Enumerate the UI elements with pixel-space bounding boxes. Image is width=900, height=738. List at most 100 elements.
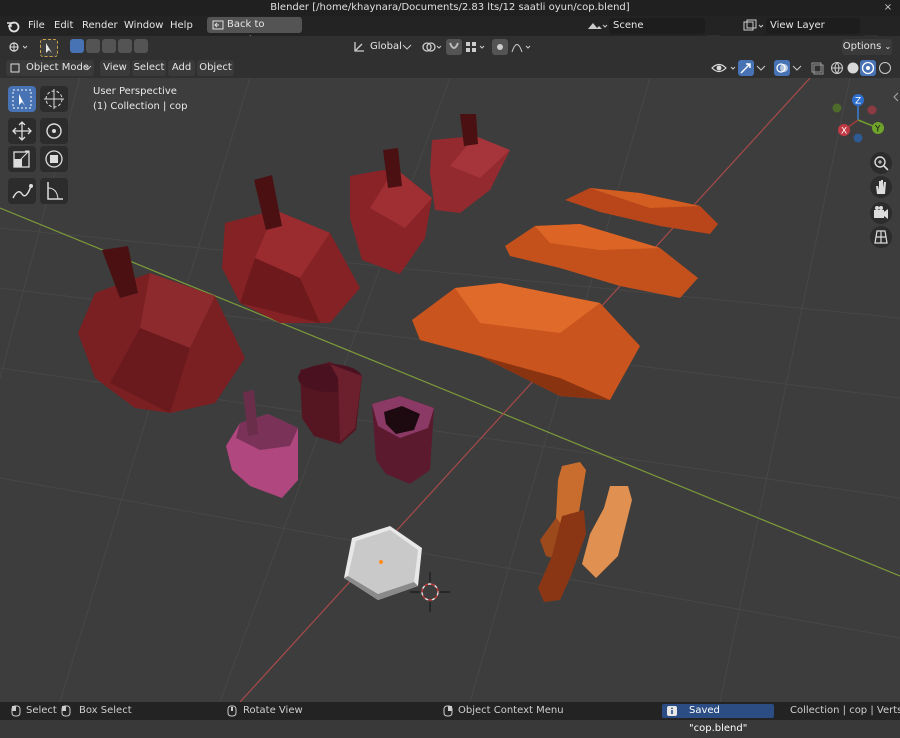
chevron-down-icon bbox=[84, 65, 92, 70]
chevron-down-icon bbox=[402, 44, 412, 50]
menu-edit[interactable]: Edit bbox=[54, 18, 73, 34]
chevron-left-icon[interactable] bbox=[892, 92, 900, 102]
gizmo-z-label: Z bbox=[855, 97, 861, 107]
cup-dark[interactable] bbox=[298, 362, 362, 444]
transform-orientation-value[interactable]: Global bbox=[370, 41, 402, 52]
tool-rotate[interactable] bbox=[40, 118, 68, 144]
snap-toggle-icon[interactable] bbox=[446, 39, 462, 55]
visibility-icon[interactable] bbox=[710, 60, 740, 76]
scale-icon bbox=[13, 150, 30, 168]
select-tool-icon[interactable] bbox=[40, 39, 58, 57]
view-layer-icon[interactable] bbox=[742, 19, 764, 33]
back-to-previous-button[interactable]: Back to Previous bbox=[207, 17, 302, 46]
select-mode-intersect-icon[interactable] bbox=[134, 39, 148, 53]
cup-open[interactable] bbox=[372, 396, 434, 484]
collection-label: (1) Collection | cop bbox=[93, 101, 188, 112]
proportional-edit-icon[interactable] bbox=[492, 39, 508, 55]
mode-selector[interactable]: Object Mode bbox=[6, 60, 94, 76]
overlays-toggle-icon[interactable] bbox=[774, 60, 790, 76]
apple-small-1[interactable] bbox=[350, 148, 432, 274]
window-close-icon[interactable]: × bbox=[882, 2, 894, 14]
pivot-point-icon[interactable] bbox=[420, 39, 444, 55]
scene-icon[interactable] bbox=[586, 19, 608, 33]
select-mode-subtract-icon[interactable] bbox=[102, 39, 116, 53]
perspective-label: User Perspective bbox=[93, 86, 177, 97]
zoom-button[interactable] bbox=[870, 152, 892, 174]
navigation-gizmo[interactable]: Z Y X bbox=[832, 92, 890, 148]
window-titlebar: Blender [/home/khaynara/Documents/2.83 l… bbox=[0, 0, 900, 16]
camera-icon bbox=[874, 206, 888, 219]
options-button[interactable]: Options ⌄ bbox=[842, 39, 892, 55]
menu-object[interactable]: Object bbox=[197, 60, 234, 76]
wireframe-shading-icon[interactable] bbox=[830, 61, 844, 75]
chevron-down-icon[interactable] bbox=[792, 65, 802, 73]
hand-icon bbox=[876, 180, 886, 194]
transform-icon bbox=[45, 150, 63, 168]
menu-select[interactable]: Select bbox=[132, 60, 166, 76]
rotate-icon bbox=[46, 123, 62, 139]
saved-message: Saved "cop.blend" bbox=[689, 705, 748, 734]
tool-transform[interactable] bbox=[40, 146, 68, 172]
blender-logo-icon[interactable] bbox=[6, 19, 20, 33]
scene-field[interactable]: Scene bbox=[609, 18, 705, 34]
tool-measure[interactable] bbox=[40, 178, 68, 204]
3d-cursor-tool-icon bbox=[44, 89, 64, 109]
select-mode-invert-icon[interactable] bbox=[118, 39, 132, 53]
snap-target-icon[interactable] bbox=[464, 39, 488, 55]
status-select: Select bbox=[26, 705, 57, 716]
stick-2[interactable] bbox=[538, 510, 586, 602]
annotate-icon bbox=[12, 184, 33, 199]
material-preview-icon[interactable] bbox=[860, 60, 876, 76]
options-label: Options bbox=[842, 41, 882, 52]
stick-3[interactable] bbox=[582, 486, 632, 578]
proportional-falloff-icon[interactable] bbox=[510, 39, 534, 55]
select-mode-extend-icon[interactable] bbox=[86, 39, 100, 53]
perspective-toggle-button[interactable] bbox=[870, 226, 892, 248]
pan-button[interactable] bbox=[870, 176, 892, 198]
status-rotate-view: Rotate View bbox=[243, 705, 303, 716]
tool-scale[interactable] bbox=[8, 146, 36, 172]
view-layer-field[interactable]: View Layer bbox=[766, 18, 860, 34]
back-icon bbox=[212, 20, 224, 30]
viewport-header: Object Mode View Select Add Object bbox=[0, 58, 900, 78]
menu-help[interactable]: Help bbox=[170, 18, 193, 34]
peel-mid[interactable] bbox=[505, 224, 698, 298]
peel-large[interactable] bbox=[412, 283, 640, 400]
mouse-left-icon bbox=[11, 705, 21, 717]
tool-cursor[interactable] bbox=[40, 86, 68, 112]
editor-type-icon[interactable] bbox=[8, 40, 30, 54]
apple-small-2[interactable] bbox=[430, 114, 510, 213]
solid-shading-icon[interactable] bbox=[846, 61, 860, 75]
chevron-down-icon[interactable] bbox=[756, 65, 766, 73]
tool-select-box[interactable] bbox=[8, 86, 36, 112]
info-icon bbox=[667, 706, 677, 716]
gizmo-y-label: Y bbox=[874, 125, 881, 135]
menu-window[interactable]: Window bbox=[124, 18, 163, 34]
menu-render[interactable]: Render bbox=[82, 18, 118, 34]
mouse-middle-icon bbox=[227, 705, 237, 717]
status-bar: Select Box Select Rotate View Object Con… bbox=[0, 702, 900, 734]
measure-icon bbox=[47, 182, 63, 200]
saved-report[interactable]: Saved "cop.blend" bbox=[662, 704, 774, 734]
status-info: Collection | cop | Verts:388 bbox=[790, 705, 900, 716]
apple-large[interactable] bbox=[78, 246, 245, 413]
tool-annotate[interactable] bbox=[8, 178, 36, 204]
rendered-shading-icon[interactable] bbox=[878, 61, 892, 75]
grid-icon bbox=[874, 230, 888, 244]
3d-viewport[interactable]: User Perspective (1) Collection | cop Z … bbox=[0, 78, 900, 702]
viewport-scene bbox=[0, 78, 900, 702]
menu-add[interactable]: Add bbox=[168, 60, 195, 76]
menu-view[interactable]: View bbox=[100, 60, 130, 76]
transform-orientation-icon bbox=[354, 42, 364, 52]
cursor-icon bbox=[12, 89, 32, 109]
top-menu-bar: File Edit Render Window Help Back to Pre… bbox=[0, 16, 900, 49]
menu-file[interactable]: File bbox=[28, 18, 45, 34]
apple-mid[interactable] bbox=[222, 175, 360, 323]
mode-value: Object Mode bbox=[26, 62, 89, 73]
gizmo-toggle-icon[interactable] bbox=[738, 60, 754, 76]
xray-toggle-icon[interactable] bbox=[810, 61, 824, 75]
tool-move[interactable] bbox=[8, 118, 36, 144]
camera-view-button[interactable] bbox=[870, 202, 892, 224]
plate[interactable] bbox=[344, 526, 422, 600]
select-mode-new-icon[interactable] bbox=[70, 39, 84, 53]
